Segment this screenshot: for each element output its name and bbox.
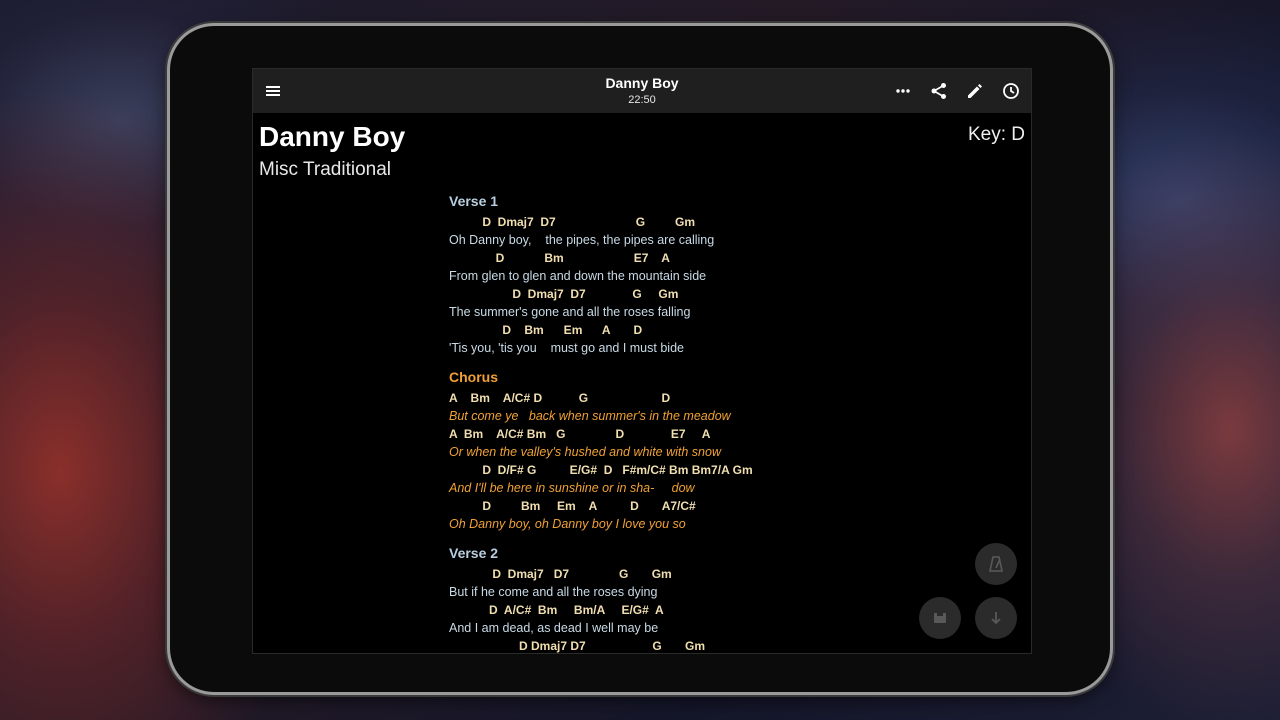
metronome-icon	[986, 554, 1006, 574]
section-label: Verse 1	[449, 193, 499, 209]
chord-line: D Dmaj7 D7 G Gm	[449, 639, 706, 653]
song-title: Danny Boy	[259, 121, 406, 152]
chord-line: D Bm Em A D	[449, 323, 643, 337]
chord-line: D Bm Em A D A7/C#	[449, 499, 696, 513]
section-verse-1: Verse 1 D Dmaj7 D7 G Gm Oh Danny boy, th…	[449, 193, 1009, 357]
lyric-line: From glen to glen and down the mountain …	[449, 269, 707, 283]
section-chorus: Chorus A Bm A/C# D G D But come ye back …	[449, 369, 1009, 533]
edit-icon[interactable]	[965, 81, 985, 101]
save-icon	[930, 608, 950, 628]
chord-line: D Dmaj7 D7 G Gm	[449, 287, 679, 301]
scroll-down-button[interactable]	[975, 597, 1017, 639]
metronome-button[interactable]	[975, 543, 1017, 585]
lyric-line: Oh Danny boy, oh Danny boy I love you so	[449, 517, 686, 531]
app-bar: Danny Boy 22:50	[253, 69, 1031, 113]
section-label: Verse 2	[449, 545, 499, 561]
chord-sheet: Verse 1 D Dmaj7 D7 G Gm Oh Danny boy, th…	[449, 193, 1009, 653]
app-bar-actions	[893, 81, 1021, 101]
chord-line: D D/F# G E/G# D F#m/C# Bm Bm7/A Gm	[449, 463, 753, 477]
song-artist: Misc Traditional	[259, 159, 391, 180]
lyric-line: And I'll be here in sunshine or in sha- …	[449, 481, 695, 495]
song-key: Key: D	[967, 124, 1025, 145]
chord-line: D Dmaj7 D7 G Gm	[449, 567, 672, 581]
section-verse-2: Verse 2 D Dmaj7 D7 G Gm But if he come a…	[449, 545, 1009, 653]
chord-line: A Bm A/C# Bm G D E7 A	[449, 427, 711, 441]
lyric-line: The summer's gone and all the roses fall…	[449, 305, 691, 319]
chord-line: D Bm E7 A	[449, 251, 670, 265]
more-icon[interactable]	[893, 81, 913, 101]
share-icon[interactable]	[929, 81, 949, 101]
chord-line: D Dmaj7 D7 G Gm	[449, 215, 696, 229]
lyric-line: 'Tis you, 'tis you must go and I must bi…	[449, 341, 684, 355]
lyric-line: Oh Danny boy, the pipes, the pipes are c…	[449, 233, 715, 247]
lyric-line: Or when the valley's hushed and white wi…	[449, 445, 721, 459]
chord-line: A Bm A/C# D G D	[449, 391, 671, 405]
arrow-down-icon	[986, 608, 1006, 628]
tablet-frame: Danny Boy 22:50 Danny Boy Misc Tradition…	[170, 26, 1110, 692]
app-screen: Danny Boy 22:50 Danny Boy Misc Tradition…	[252, 68, 1032, 654]
save-button[interactable]	[919, 597, 961, 639]
lyric-line: But come ye back when summer's in the me…	[449, 409, 731, 423]
clock-icon[interactable]	[1001, 81, 1021, 101]
lyric-line: But if he come and all the roses dying	[449, 585, 658, 599]
section-label: Chorus	[449, 369, 498, 385]
